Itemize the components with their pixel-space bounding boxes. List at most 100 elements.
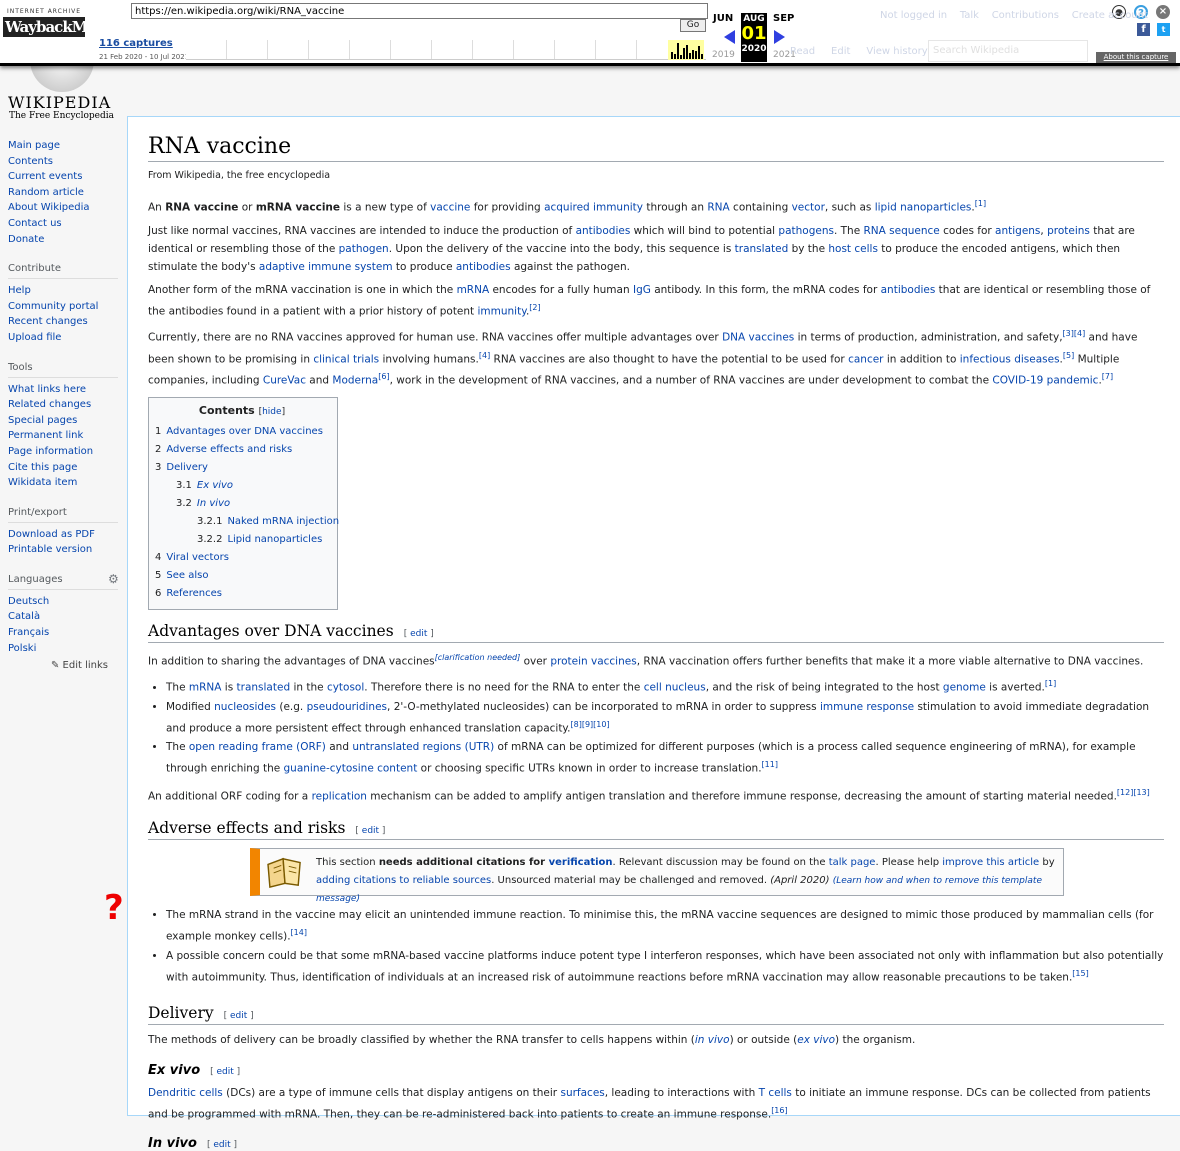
- sidebar-item-cite-this-page[interactable]: Cite this page: [8, 462, 127, 478]
- sidebar-item-special-pages[interactable]: Special pages: [8, 415, 127, 431]
- link[interactable]: pathogens: [778, 225, 834, 237]
- wayback-prev-year[interactable]: 2019: [712, 50, 735, 60]
- citations-link[interactable]: citations to reliable sources: [353, 875, 491, 886]
- twitter-icon[interactable]: t: [1157, 23, 1170, 36]
- language-link-catal[interactable]: Català: [8, 611, 127, 627]
- link[interactable]: CureVac: [263, 375, 306, 387]
- gear-icon[interactable]: ⚙: [108, 572, 119, 586]
- link[interactable]: cell nucleus: [644, 682, 706, 694]
- tab-view-history[interactable]: View history: [866, 46, 927, 57]
- link[interactable]: acquired immunity: [544, 202, 643, 214]
- sidebar-item-donate[interactable]: Donate: [8, 234, 127, 250]
- language-link-polski[interactable]: Polski: [8, 643, 127, 659]
- link[interactable]: open reading frame (ORF): [189, 741, 326, 753]
- link[interactable]: translated: [237, 682, 291, 694]
- verification-link[interactable]: verification: [549, 857, 613, 868]
- link[interactable]: adaptive immune system: [259, 261, 393, 273]
- edit-section-link[interactable]: edit: [410, 629, 427, 639]
- sidebar-item-contents[interactable]: Contents: [8, 156, 127, 172]
- sidebar-item-help[interactable]: Help: [8, 285, 127, 301]
- link[interactable]: antibodies: [576, 225, 631, 237]
- toc-item-advantages-over-dna-vaccines[interactable]: 1 Advantages over DNA vaccines: [155, 423, 329, 441]
- link[interactable]: genome: [943, 682, 986, 694]
- next-capture-arrow-icon[interactable]: [774, 30, 785, 44]
- sidebar-item-wikidata-item[interactable]: Wikidata item: [8, 477, 127, 493]
- about-capture-link[interactable]: About this capture: [1096, 52, 1176, 63]
- sidebar-item-upload-file[interactable]: Upload file: [8, 332, 127, 348]
- language-link-deutsch[interactable]: Deutsch: [8, 596, 127, 612]
- search-input[interactable]: Search Wikipedia: [928, 40, 1088, 62]
- link[interactable]: translated: [735, 243, 789, 255]
- sidebar-item-permanent-link[interactable]: Permanent link: [8, 430, 127, 446]
- wayback-prev-month[interactable]: JUN: [713, 13, 733, 24]
- edit-section-link[interactable]: edit: [217, 1067, 234, 1077]
- link[interactable]: guanine-cytosine content: [284, 763, 418, 775]
- link[interactable]: cytosol: [327, 682, 364, 694]
- link[interactable]: vaccine: [430, 202, 470, 214]
- link[interactable]: infectious diseases: [960, 353, 1060, 365]
- link[interactable]: proteins: [1047, 225, 1090, 237]
- toc-item-in-vivo[interactable]: 3.2 In vivo: [155, 495, 329, 513]
- edit-section-link[interactable]: edit: [230, 1011, 247, 1021]
- link[interactable]: host cells: [828, 243, 878, 255]
- wayback-sparkline[interactable]: [186, 40, 706, 60]
- sidebar-item-current-events[interactable]: Current events: [8, 171, 127, 187]
- create-account-link[interactable]: Create account: [1072, 10, 1148, 21]
- toc-item-delivery[interactable]: 3 Delivery: [155, 459, 329, 477]
- toc-item-adverse-effects-and-risks[interactable]: 2 Adverse effects and risks: [155, 441, 329, 459]
- link[interactable]: pathogen: [339, 243, 389, 255]
- link[interactable]: Dendritic cells: [148, 1087, 223, 1099]
- sidebar-item-random-article[interactable]: Random article: [8, 187, 127, 203]
- toc-item-references[interactable]: 6 References: [155, 585, 329, 603]
- edit-links[interactable]: ✎ Edit links: [0, 660, 108, 671]
- sidebar-item-recent-changes[interactable]: Recent changes: [8, 316, 127, 332]
- contributions-link[interactable]: Contributions: [992, 10, 1059, 21]
- link[interactable]: pseudouridines: [307, 701, 387, 713]
- link[interactable]: mRNA: [189, 682, 222, 694]
- link[interactable]: ex vivo: [797, 1034, 835, 1046]
- link[interactable]: immune response: [820, 701, 914, 713]
- link[interactable]: DNA vaccines: [722, 332, 794, 344]
- link[interactable]: RNA sequence: [864, 225, 940, 237]
- link[interactable]: immunity: [478, 305, 526, 317]
- improve-article-link[interactable]: improve this article: [942, 857, 1039, 868]
- link[interactable]: mRNA: [457, 284, 490, 296]
- talk-page-link[interactable]: talk page: [829, 857, 876, 868]
- sidebar-item-community-portal[interactable]: Community portal: [8, 301, 127, 317]
- prev-capture-arrow-icon[interactable]: [724, 30, 735, 44]
- edit-section-link[interactable]: edit: [362, 826, 379, 836]
- toc-item-lipid-nanoparticles[interactable]: 3.2.2 Lipid nanoparticles: [155, 531, 329, 549]
- link[interactable]: IgG: [633, 284, 651, 296]
- wayback-next-month[interactable]: SEP: [773, 13, 794, 24]
- toc-item-see-also[interactable]: 5 See also: [155, 567, 329, 585]
- sidebar-item-main-page[interactable]: Main page: [8, 140, 127, 156]
- link[interactable]: Moderna: [332, 375, 378, 387]
- link[interactable]: antigens: [995, 225, 1040, 237]
- wayback-url-input[interactable]: [131, 3, 708, 19]
- link[interactable]: untranslated regions (UTR): [352, 741, 494, 753]
- link[interactable]: antibodies: [881, 284, 936, 296]
- sidebar-item-related-changes[interactable]: Related changes: [8, 399, 127, 415]
- wayback-logo[interactable]: INTERNET ARCHIVE WaybackMachine: [3, 8, 138, 40]
- toc-hide-link[interactable]: hide: [262, 407, 281, 417]
- sidebar-item-contact-us[interactable]: Contact us: [8, 218, 127, 234]
- sidebar-item-download-as-pdf[interactable]: Download as PDF: [8, 529, 127, 545]
- toc-item-naked-mrna-injection[interactable]: 3.2.1 Naked mRNA injection: [155, 513, 339, 531]
- language-link-fran-ais[interactable]: Français: [8, 627, 127, 643]
- link[interactable]: COVID-19 pandemic: [992, 375, 1098, 387]
- toc-item-viral-vectors[interactable]: 4 Viral vectors: [155, 549, 329, 567]
- link[interactable]: clinical trials: [313, 353, 379, 365]
- tab-read[interactable]: Read: [790, 46, 815, 57]
- toc-item-ex-vivo[interactable]: 3.1 Ex vivo: [155, 477, 329, 495]
- link[interactable]: antibodies: [456, 261, 511, 273]
- link[interactable]: lipid nanoparticles: [875, 202, 972, 214]
- link[interactable]: in vivo: [695, 1034, 730, 1046]
- wikipedia-logo[interactable]: Wikipedia The Free Encyclopedia: [8, 52, 118, 122]
- link[interactable]: surfaces: [560, 1087, 604, 1099]
- link[interactable]: vector: [792, 202, 825, 214]
- close-icon[interactable]: ×: [1156, 5, 1170, 19]
- link[interactable]: protein vaccines: [550, 655, 636, 667]
- facebook-icon[interactable]: f: [1137, 23, 1150, 36]
- adding-link[interactable]: adding: [316, 875, 350, 886]
- edit-section-link[interactable]: edit: [213, 1140, 230, 1150]
